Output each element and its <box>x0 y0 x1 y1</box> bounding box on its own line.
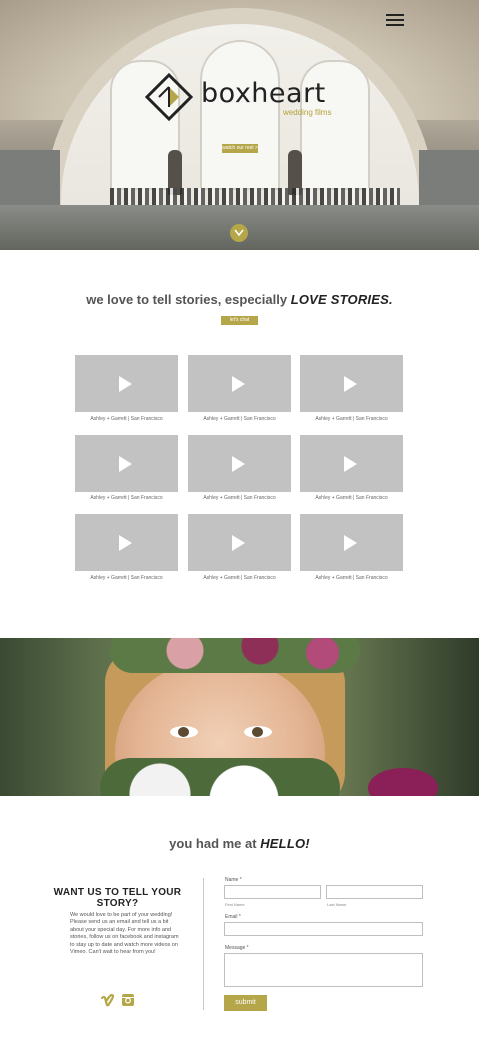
video-thumbnail[interactable] <box>300 355 403 412</box>
video-thumbnail[interactable] <box>300 514 403 571</box>
video-thumbnail[interactable] <box>300 435 403 492</box>
last-name-field[interactable] <box>326 885 423 899</box>
photo-eye <box>244 726 272 738</box>
video-thumbnail[interactable] <box>188 355 291 412</box>
photo-eye <box>170 726 198 738</box>
contact-divider <box>203 878 204 1010</box>
photo-rose <box>368 768 438 796</box>
video-thumbnail[interactable] <box>75 355 178 412</box>
video-caption: Ashley + Garrett | San Francisco <box>203 416 276 422</box>
message-field[interactable] <box>224 953 423 987</box>
email-label: Email * <box>225 914 241 920</box>
hero-section: boxheart wedding films watch our reel > <box>0 0 479 250</box>
video-caption: Ashley + Garrett | San Francisco <box>90 575 163 581</box>
video-thumbnail[interactable] <box>188 435 291 492</box>
first-name-field[interactable] <box>224 885 321 899</box>
play-icon <box>232 376 245 392</box>
play-icon <box>232 456 245 472</box>
vimeo-icon[interactable] <box>101 994 115 1008</box>
photo-bouquet <box>100 758 340 796</box>
play-icon <box>344 456 357 472</box>
contact-description: We would love to be part of your wedding… <box>70 912 179 956</box>
brand-logo[interactable]: boxheart wedding films <box>145 73 345 123</box>
lets-chat-button[interactable]: let's chat <box>221 316 258 325</box>
video-thumbnail[interactable] <box>188 514 291 571</box>
play-icon <box>119 456 132 472</box>
contact-title: WANT US TO TELL YOUR STORY? <box>53 887 182 909</box>
hello-headline: you had me at HELLO! <box>0 836 479 851</box>
brand-tagline: wedding films <box>283 108 332 117</box>
hello-headline-prefix: you had me at <box>169 836 257 851</box>
first-name-sublabel: First Name <box>225 902 245 907</box>
video-caption: Ashley + Garrett | San Francisco <box>203 495 276 501</box>
last-name-sublabel: Last Name <box>327 902 347 907</box>
play-icon <box>344 535 357 551</box>
name-label: Name * <box>225 877 242 883</box>
play-icon <box>344 376 357 392</box>
hero-crowd <box>110 188 400 206</box>
menu-icon[interactable] <box>386 14 404 28</box>
stories-headline-prefix: we love to tell stories, especially <box>86 292 288 307</box>
video-caption: Ashley + Garrett | San Francisco <box>90 495 163 501</box>
scroll-down-button[interactable] <box>230 224 248 242</box>
email-field[interactable] <box>224 922 423 936</box>
instagram-icon[interactable] <box>121 993 135 1007</box>
video-caption: Ashley + Garrett | San Francisco <box>315 495 388 501</box>
logo-diamond-icon <box>145 73 193 121</box>
brand-name: boxheart <box>201 78 326 109</box>
video-thumbnail[interactable] <box>75 435 178 492</box>
hello-headline-emphasis: HELLO! <box>260 836 310 851</box>
chevron-down-icon <box>234 229 244 237</box>
stories-headline: we love to tell stories, especially LOVE… <box>0 292 479 307</box>
video-caption: Ashley + Garrett | San Francisco <box>315 416 388 422</box>
video-caption: Ashley + Garrett | San Francisco <box>90 416 163 422</box>
message-label: Message * <box>225 945 249 951</box>
video-thumbnail[interactable] <box>75 514 178 571</box>
video-caption: Ashley + Garrett | San Francisco <box>203 575 276 581</box>
watch-reel-button[interactable]: watch our reel > <box>222 144 258 153</box>
video-caption: Ashley + Garrett | San Francisco <box>315 575 388 581</box>
play-icon <box>119 376 132 392</box>
photo-flower-crown <box>110 638 360 673</box>
play-icon <box>232 535 245 551</box>
play-icon <box>119 535 132 551</box>
bride-photo <box>0 638 479 796</box>
stories-headline-emphasis: LOVE STORIES. <box>290 292 393 307</box>
submit-button[interactable]: submit <box>224 995 267 1011</box>
